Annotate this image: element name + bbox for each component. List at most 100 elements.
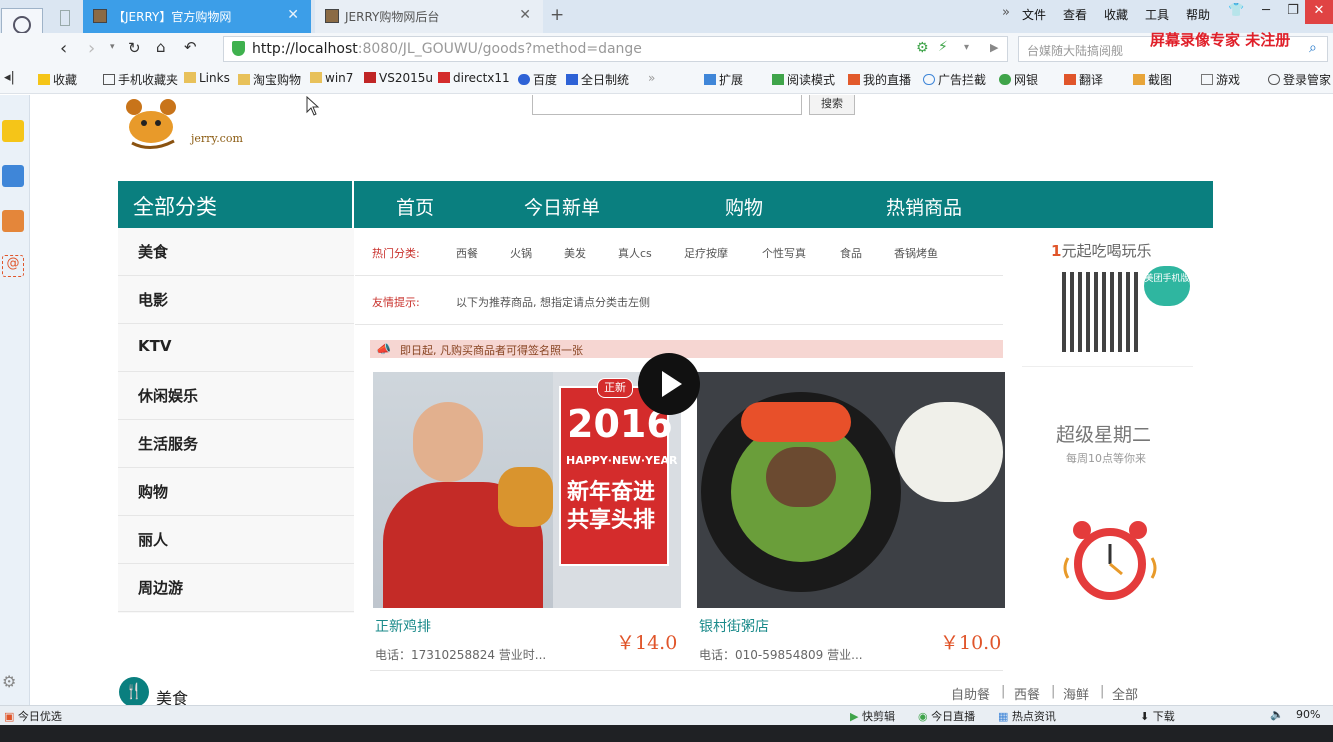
toolbar-screenshot[interactable]: 截图 (1133, 71, 1172, 88)
video-player-controls (0, 725, 1333, 742)
page-favicon-icon (93, 9, 107, 23)
close-tab-icon[interactable]: ✕ (287, 7, 299, 23)
undo-icon[interactable]: ↶ (184, 38, 197, 56)
jerry-mouse-logo-icon[interactable] (124, 97, 184, 151)
toolbar-bank[interactable]: 网银 (999, 71, 1038, 88)
bookmarks-overflow-icon[interactable]: » (648, 71, 655, 85)
refresh-icon[interactable]: ↻ (128, 39, 141, 57)
menu-view[interactable]: 查看 (1063, 6, 1087, 23)
minimize-button[interactable]: ─ (1252, 0, 1280, 24)
bookmark-vs2015[interactable]: VS2015u (364, 71, 433, 85)
menu-overflow-icon[interactable]: » (1002, 5, 1010, 20)
reading-list-icon[interactable] (2, 165, 24, 187)
volume-icon[interactable]: 🔈 (1270, 708, 1284, 721)
deal-image-yincun[interactable] (697, 372, 1005, 608)
hot-item-fish[interactable]: 香锅烤鱼 (894, 245, 938, 261)
tab-list-icon[interactable] (60, 10, 70, 26)
hot-item-cs[interactable]: 真人cs (618, 245, 652, 261)
back-icon[interactable]: ‹ (60, 38, 67, 59)
favorites-star-icon[interactable] (2, 120, 24, 142)
toolbar-live[interactable]: 我的直播 (848, 71, 911, 88)
go-icon[interactable]: ▶ (990, 41, 998, 54)
hot-item-western[interactable]: 西餐 (456, 245, 478, 261)
lightning-icon[interactable]: ⚡ (938, 39, 948, 55)
menu-help[interactable]: 帮助 (1186, 6, 1210, 23)
deal-name[interactable]: 正新鸡排 (375, 616, 431, 636)
category-shopping[interactable]: 购物 (118, 468, 354, 516)
bookmark-favorites[interactable]: 收藏 (38, 71, 77, 88)
forward-icon[interactable]: › (88, 38, 95, 59)
settings-gear-icon[interactable]: ⚙ (2, 672, 16, 691)
site-search-input[interactable] (532, 95, 802, 115)
video-play-button[interactable] (638, 353, 700, 415)
toolbar-reading-mode[interactable]: 阅读模式 (772, 71, 835, 88)
sidebar-toggle-icon[interactable]: ◂| (4, 70, 15, 85)
url-host: http://localhost (252, 41, 358, 57)
food-tag-buffet[interactable]: 自助餐 (951, 684, 990, 703)
category-beauty[interactable]: 丽人 (118, 516, 354, 564)
nav-home[interactable]: 首页 (396, 193, 434, 220)
toolbar-adblock[interactable]: 广告拦截 (923, 71, 986, 88)
close-window-button[interactable]: ✕ (1305, 0, 1333, 24)
bookmark-directx[interactable]: directx11 (438, 71, 510, 85)
status-live[interactable]: ◉ 今日直播 (918, 708, 975, 724)
category-food[interactable]: 美食 (118, 228, 354, 276)
nav-today-new[interactable]: 今日新单 (524, 193, 600, 220)
category-nearby-travel[interactable]: 周边游 (118, 564, 354, 612)
category-ktv[interactable]: KTV (118, 324, 354, 372)
tab-jerry-admin[interactable]: JERRY购物网后台 ✕ (315, 0, 543, 33)
restore-button[interactable]: ❐ (1279, 0, 1307, 24)
nav-shopping[interactable]: 购物 (725, 193, 763, 220)
site-search-button[interactable]: 搜索 (809, 95, 855, 115)
menu-favorites[interactable]: 收藏 (1104, 6, 1128, 23)
toolbar-extensions[interactable]: 扩展 (704, 71, 743, 88)
new-tab-button[interactable]: + (550, 5, 564, 25)
hot-item-hotpot[interactable]: 火锅 (510, 245, 532, 261)
hot-item-food[interactable]: 食品 (840, 245, 862, 261)
deal-name[interactable]: 银村街粥店 (699, 616, 769, 636)
bookmark-baidu[interactable]: 百度 (518, 71, 557, 88)
status-today-picks[interactable]: ▣ 今日优选 (4, 708, 62, 724)
bookmark-win7[interactable]: win7 (310, 71, 353, 85)
translate-icon (1064, 74, 1076, 85)
deal-image-zhengxin[interactable]: 正新 2016 HAPPY·NEW·YEAR 新年奋进 共享头排 (373, 372, 681, 608)
status-quick-clip[interactable]: ▶ 快剪辑 (850, 708, 895, 724)
address-bar[interactable]: http://localhost:8080/JL_GOUWU/goods?met… (223, 36, 1008, 62)
category-life-services[interactable]: 生活服务 (118, 420, 354, 468)
menu-tools[interactable]: 工具 (1145, 6, 1169, 23)
food-tag-seafood[interactable]: 海鲜 (1063, 684, 1089, 703)
close-tab-icon[interactable]: ✕ (519, 7, 531, 23)
category-leisure[interactable]: 休闲娱乐 (118, 372, 354, 420)
food-tag-all[interactable]: 全部 (1112, 684, 1138, 703)
all-categories-heading[interactable]: 全部分类 (118, 181, 354, 228)
home-icon[interactable]: ⌂ (156, 38, 166, 56)
menu-file[interactable]: 文件 (1022, 6, 1046, 23)
hot-item-massage[interactable]: 足疗按摩 (684, 245, 728, 261)
hot-item-hair[interactable]: 美发 (564, 245, 586, 261)
bookmark-fulltime[interactable]: 全日制统 (566, 71, 629, 88)
bookmark-links[interactable]: Links (184, 71, 230, 85)
bookmark-taobao[interactable]: 淘宝购物 (238, 71, 301, 88)
status-download[interactable]: ⬇ 下载 (1140, 708, 1175, 724)
toolbar-login-manager[interactable]: 登录管家 (1268, 71, 1331, 88)
right-promo-column: 1元起吃喝玩乐 美团手机版 超级星期二 每周10点等你来 (1022, 228, 1193, 678)
shield-icon (364, 72, 376, 83)
food-tag-western[interactable]: 西餐 (1014, 684, 1040, 703)
email-icon[interactable]: @ (2, 255, 24, 277)
zoom-level[interactable]: 90% (1296, 708, 1320, 721)
url-dropdown-icon[interactable]: ▾ (964, 42, 969, 53)
skin-icon[interactable]: 👕 (1228, 3, 1244, 18)
weibo-icon[interactable] (2, 210, 24, 232)
toolbar-games[interactable]: 游戏 (1201, 71, 1240, 88)
search-icon[interactable]: ⌕ (1309, 40, 1317, 56)
nav-hot-products[interactable]: 热销商品 (886, 193, 962, 220)
qr-code-icon[interactable] (1062, 272, 1142, 352)
ie-mode-icon[interactable]: ⚙ (916, 40, 929, 56)
bookmark-mobile[interactable]: 手机收藏夹 (103, 71, 178, 88)
hot-item-photo[interactable]: 个性写真 (762, 245, 806, 261)
history-dropdown-icon[interactable]: ▾ (110, 42, 115, 52)
tab-jerry-shop[interactable]: 【JERRY】官方购物网 ✕ (83, 0, 311, 33)
toolbar-translate[interactable]: 翻译 (1064, 71, 1103, 88)
status-hot-news[interactable]: ▦ 热点资讯 (998, 708, 1056, 724)
category-movie[interactable]: 电影 (118, 276, 354, 324)
